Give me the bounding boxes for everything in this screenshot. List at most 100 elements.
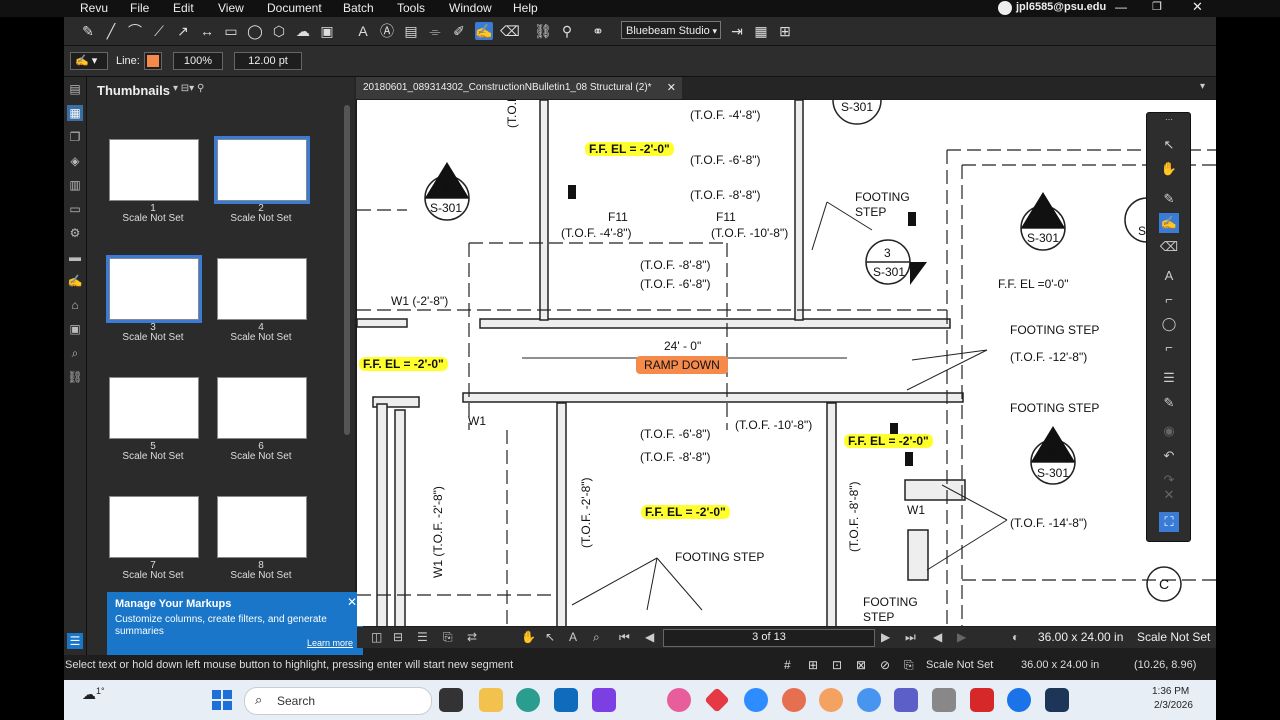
- last-page-icon[interactable]: ⏭: [905, 630, 916, 645]
- ellipse-icon[interactable]: ◯: [246, 22, 264, 40]
- split-horizontal-icon[interactable]: ⊟: [393, 630, 403, 644]
- outlook-icon[interactable]: [554, 688, 578, 712]
- polyline-icon[interactable]: ⟋: [150, 22, 168, 40]
- profile-select[interactable]: Bluebeam Studio ▾: [621, 21, 721, 39]
- stamp-icon[interactable]: ⚲: [558, 22, 576, 40]
- panel-scrollbar[interactable]: [344, 105, 350, 435]
- rectangle-icon[interactable]: ▭: [222, 22, 240, 40]
- eraser-icon[interactable]: ⌫: [1159, 237, 1179, 257]
- thumbnail-page-3[interactable]: [106, 255, 202, 323]
- camera-icon[interactable]: ◉: [1159, 421, 1179, 441]
- onedrive-icon[interactable]: [857, 688, 881, 712]
- app-gray-icon[interactable]: [932, 688, 956, 712]
- taskbar-search-box[interactable]: ⌕ Search: [244, 687, 432, 715]
- revit-icon[interactable]: [1045, 688, 1069, 712]
- studio-session-icon[interactable]: ⇥: [728, 22, 746, 40]
- eraser-icon[interactable]: ⌫: [500, 22, 520, 40]
- status-scale[interactable]: Scale Not Set: [926, 659, 993, 671]
- menu-edit[interactable]: Edit: [173, 1, 194, 15]
- pan-tool-icon[interactable]: ✋: [521, 630, 536, 644]
- signatures-icon[interactable]: ✍: [67, 273, 83, 289]
- tool-select[interactable]: ✍ ▾: [70, 52, 108, 70]
- markup-snap-icon[interactable]: ⊠: [856, 658, 866, 672]
- link-icon[interactable]: ⛓: [534, 22, 552, 40]
- menu-file[interactable]: File: [130, 1, 149, 15]
- menu-batch[interactable]: Batch: [343, 1, 374, 15]
- line-weight-icon[interactable]: ☰: [1159, 368, 1179, 388]
- thumbnail-page-4[interactable]: [217, 258, 307, 320]
- zoom-icon[interactable]: ⌕: [593, 630, 600, 645]
- m365-icon[interactable]: [592, 688, 616, 712]
- thumbnail-page-5[interactable]: [109, 377, 199, 439]
- highlighter-icon[interactable]: ✍: [1159, 213, 1179, 233]
- forward-view-icon[interactable]: ▶: [957, 630, 966, 644]
- measurements-icon[interactable]: ▬: [67, 249, 83, 265]
- line-color-swatch[interactable]: [144, 52, 162, 70]
- windows-start-icon[interactable]: [212, 690, 232, 710]
- menu-tools[interactable]: Tools: [397, 1, 425, 15]
- first-page-icon[interactable]: ⏮: [619, 630, 630, 645]
- thumbnail-page-6[interactable]: [217, 377, 307, 439]
- avatar-app-icon[interactable]: [819, 688, 843, 712]
- cloud-icon[interactable]: ⌐: [1159, 338, 1179, 358]
- sync-icon[interactable]: ⎘: [904, 658, 914, 673]
- menu-document[interactable]: Document: [267, 1, 322, 15]
- line-icon[interactable]: ╱: [102, 22, 120, 40]
- drag-handle-icon[interactable]: ⋯: [1159, 116, 1179, 124]
- close-window-icon[interactable]: ✕: [1192, 0, 1203, 15]
- tag-icon[interactable]: ⌂: [67, 297, 83, 313]
- compare-icon[interactable]: ⇄: [467, 630, 477, 644]
- task-view-icon[interactable]: [439, 688, 463, 712]
- settings-gear-icon[interactable]: ⚙: [67, 225, 83, 241]
- notification-app-icon[interactable]: [782, 688, 806, 712]
- menu-revu[interactable]: Revu: [80, 1, 108, 15]
- toast-learn-more-link[interactable]: Learn more: [307, 638, 353, 648]
- delete-icon[interactable]: ✕: [1159, 485, 1179, 505]
- split-icon[interactable]: ☰: [417, 630, 428, 644]
- bluebeam-taskbar-icon[interactable]: [1007, 688, 1031, 712]
- thumbnails-panel-icon[interactable]: ▦: [67, 105, 83, 121]
- undo-icon[interactable]: ↶: [1159, 446, 1179, 466]
- restore-icon[interactable]: ❐: [1152, 0, 1162, 13]
- page-number-field[interactable]: 3 of 13: [663, 629, 875, 647]
- page-scale[interactable]: Scale Not Set: [1137, 630, 1210, 644]
- menu-help[interactable]: Help: [513, 1, 538, 15]
- properties-panel-icon[interactable]: ▤: [67, 81, 83, 97]
- app-z-icon[interactable]: [970, 688, 994, 712]
- select-arrow-icon[interactable]: ↖: [1159, 135, 1179, 155]
- teams-icon[interactable]: [894, 688, 918, 712]
- menu-window[interactable]: Window: [449, 1, 492, 15]
- markups-list-icon[interactable]: ☰: [67, 633, 83, 649]
- thumbnail-page-2[interactable]: [214, 136, 310, 204]
- select-text-icon[interactable]: A: [569, 630, 577, 644]
- app-red-icon[interactable]: [704, 687, 730, 713]
- content-snap-icon[interactable]: ⊡: [832, 658, 842, 672]
- minimize-icon[interactable]: —: [1115, 0, 1127, 14]
- fullscreen-icon[interactable]: ⛶: [1159, 512, 1179, 532]
- reuse-icon[interactable]: ⊘: [880, 658, 890, 672]
- studio-icon-2[interactable]: ▦: [752, 22, 770, 40]
- pen-icon[interactable]: ✎: [79, 22, 97, 40]
- textbox-icon[interactable]: A: [354, 22, 372, 40]
- grid-icon[interactable]: #: [784, 658, 791, 672]
- split-vertical-icon[interactable]: ◫: [371, 630, 382, 644]
- polygon-icon[interactable]: ⬡: [270, 22, 288, 40]
- contrast-icon[interactable]: ◐: [1012, 630, 1019, 644]
- thumbnail-page-1[interactable]: [109, 139, 199, 201]
- bookmarks-panel-icon[interactable]: ❐: [67, 129, 83, 145]
- callout-icon[interactable]: ▤: [402, 22, 420, 40]
- thumbnail-page-7[interactable]: [109, 496, 199, 558]
- tab-list-chevron-icon[interactable]: ▾: [1200, 81, 1205, 92]
- drawing-canvas[interactable]: (T.O.F. -4'-8") (T.O.F. -6'-8") (T.O.F. …: [357, 100, 1216, 626]
- weather-icon[interactable]: ☁: [82, 686, 96, 703]
- next-page-icon[interactable]: ▶: [881, 630, 890, 644]
- sync-icon[interactable]: ⎘: [443, 630, 453, 645]
- links-icon[interactable]: ⛓: [67, 369, 83, 385]
- search-icon[interactable]: ⌕: [67, 345, 83, 361]
- zoom-icon[interactable]: [744, 688, 768, 712]
- toast-close-icon[interactable]: ✕: [347, 595, 357, 609]
- menu-view[interactable]: View: [218, 1, 244, 15]
- thickness-field[interactable]: 12.00 pt: [234, 52, 302, 70]
- studio-panel-icon[interactable]: ▣: [67, 321, 83, 337]
- typewriter-icon[interactable]: Ⓐ: [378, 22, 396, 40]
